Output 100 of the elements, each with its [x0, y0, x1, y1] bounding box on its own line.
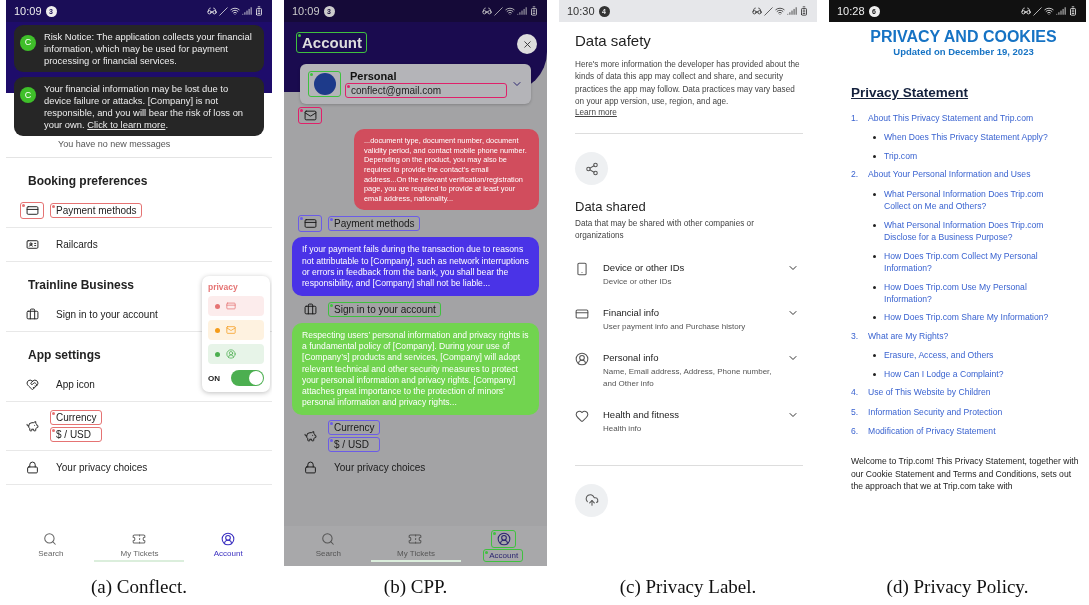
battery-icon	[529, 6, 539, 16]
item-title: Health and fitness	[603, 408, 681, 420]
credit-card-icon	[575, 306, 589, 321]
row-label[interactable]: Your privacy choices	[328, 460, 431, 476]
list-number: 6.	[851, 425, 859, 438]
intro-text: Here's more information the developer has provided about the kinds of data this app may collect and share, and security practices the app may follow. Data practices may vary based on your app version, use, region, and age.	[575, 59, 801, 108]
nav-tab[interactable]: Account	[483, 549, 524, 562]
account-card[interactable]: Personal conflect@gmail.com	[300, 64, 531, 104]
row-label[interactable]: Sign in to your account	[50, 307, 163, 323]
cloud-upload-icon	[584, 493, 599, 508]
bullet-icon	[873, 372, 876, 376]
toc-link[interactable]: About Your Personal Information and Uses	[868, 168, 1031, 181]
piggy-bank-icon	[304, 429, 317, 443]
toast-text: Risk Notice: The application collects your financial information, which may be used for payment processing or financial services.	[44, 31, 253, 67]
toc-link[interactable]: When Does This Privacy Statement Apply?	[884, 131, 1048, 144]
signal-icon	[787, 6, 797, 16]
ticket-icon	[408, 532, 423, 546]
toast-avatar: C	[20, 35, 36, 51]
wifi-icon	[1044, 6, 1054, 16]
figure-caption: (d) Privacy Policy.	[886, 576, 1029, 598]
item-detail: Device or other IDs	[603, 275, 673, 288]
toc-link[interactable]: How Can I Lodge a Complaint?	[884, 367, 1004, 381]
privacy-chip[interactable]	[208, 344, 264, 364]
item-title: Personal info	[603, 351, 660, 363]
bullet-icon	[873, 223, 876, 227]
toc-link[interactable]: How Does Trip.com Use My Personal Information?	[884, 280, 1069, 306]
list-number: 3.	[851, 329, 859, 343]
privacy-chip[interactable]	[208, 320, 264, 340]
body-paragraph: Welcome to Trip.com! This Privacy Statement, together with our Cookie Statement and Terms and Conditions, sets out the approach that we at Trip.com take with	[851, 454, 1080, 494]
wifi-icon	[505, 6, 515, 16]
user-circle-icon	[496, 532, 511, 546]
nav-tab[interactable]: Account	[207, 547, 248, 560]
row-label[interactable]: Railcards	[50, 237, 103, 253]
toast-avatar: C	[20, 87, 36, 104]
privacy-switch[interactable]	[231, 370, 264, 386]
row-label[interactable]: App icon	[50, 377, 100, 393]
updated-date: Updated on December 19, 2023	[892, 46, 1035, 57]
section-title: Trainline Business	[27, 277, 135, 295]
toc-link[interactable]: What are My Rights?	[868, 329, 949, 343]
item-detail: Name, Email address, Address, Phone number, and Other info	[603, 365, 773, 390]
toc-link[interactable]: Modification of Privacy Statement	[868, 425, 996, 438]
toc-link[interactable]: About This Privacy Statement and Trip.com	[868, 112, 1034, 125]
row-label[interactable]: Sign in to your account	[328, 302, 441, 318]
figure-caption: (c) Privacy Label.	[619, 576, 757, 598]
row-value[interactable]: $ / USD	[50, 427, 102, 443]
bullet-icon	[873, 354, 876, 358]
briefcase-icon	[304, 303, 317, 317]
toc-link[interactable]: Use of This Website by Children	[868, 386, 991, 399]
envelope-icon	[226, 325, 236, 335]
battery-icon	[799, 6, 809, 16]
row-label[interactable]: Currency	[50, 410, 102, 426]
data-type-item[interactable]: Device or other IDs Device or other IDs	[575, 261, 803, 288]
row-value[interactable]: $ / USD	[328, 437, 380, 453]
row-label[interactable]: Payment methods	[50, 203, 142, 219]
glasses-icon	[1021, 6, 1031, 16]
item-title: Device or other IDs	[603, 261, 686, 273]
battery-icon	[254, 6, 264, 16]
item-detail: Health info	[603, 422, 643, 435]
signal-icon	[517, 6, 527, 16]
ticket-icon	[132, 532, 146, 546]
data-type-item[interactable]: Personal info Name, Email address, Address, Phone number, and Other info	[575, 351, 803, 390]
item-detail: User payment info and Purchase history	[603, 320, 747, 333]
toc-link[interactable]: How Does Trip.com Share My Information?	[884, 311, 1049, 324]
search-icon	[320, 532, 335, 546]
status-time: 10:09	[14, 5, 42, 17]
section-description: Data that may be shared with other companies or organizations	[575, 218, 755, 243]
row-label[interactable]: Your privacy choices	[50, 460, 153, 476]
row-label[interactable]: Payment methods	[328, 216, 420, 232]
bullet-icon	[873, 285, 876, 289]
bullet-icon	[873, 154, 876, 158]
lock-icon	[26, 461, 39, 475]
toc-link[interactable]: Information Security and Protection	[868, 405, 1003, 419]
section-title: Booking preferences	[27, 173, 148, 191]
bullet-icon	[873, 192, 876, 196]
figure-caption: (a) Conflect.	[91, 576, 187, 598]
learn-more-link[interactable]: Learn more	[575, 108, 617, 118]
item-title: Financial info	[603, 306, 660, 318]
toc-link[interactable]: What Personal Information Does Trip.com Disclose for a Business Purpose?	[884, 218, 1069, 244]
row-label[interactable]: Currency	[328, 420, 380, 436]
toggle-label: ON	[208, 373, 220, 383]
privacy-chip[interactable]	[208, 296, 264, 316]
close-button[interactable]	[517, 34, 537, 54]
toc-link[interactable]: How Does Trip.com Collect My Personal Information?	[884, 249, 1069, 275]
slash-icon	[764, 6, 773, 16]
page-title: Data safety	[575, 32, 652, 49]
nav-tab[interactable]: My Tickets	[114, 547, 164, 560]
toc-link[interactable]: Erasure, Access, and Others	[884, 349, 994, 362]
account-email: conflect@gmail.com	[345, 83, 507, 98]
user-circle-icon	[220, 532, 235, 546]
signal-icon	[242, 6, 252, 16]
glasses-icon	[207, 6, 217, 16]
toc-link[interactable]: Trip.com	[884, 149, 918, 163]
nav-tab[interactable]: Search	[32, 547, 69, 560]
toc-link[interactable]: What Personal Information Does Trip.com Collect on Me and Others?	[884, 187, 1069, 213]
signal-icon	[1056, 6, 1066, 16]
credit-card-icon	[26, 204, 39, 218]
data-type-item[interactable]: Financial info User payment info and Purchase history	[575, 306, 803, 333]
data-type-item[interactable]: Health and fitness Health info	[575, 408, 803, 435]
briefcase-icon	[26, 308, 39, 322]
id-card-icon	[26, 238, 39, 252]
